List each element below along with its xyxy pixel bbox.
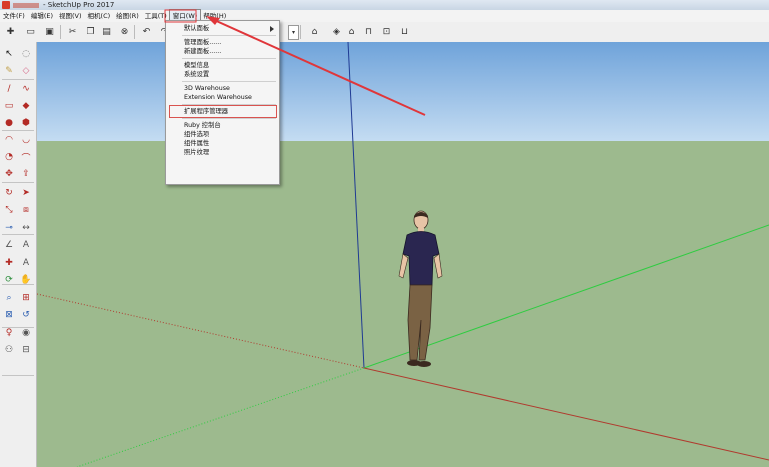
annotation-arrow-head — [206, 16, 220, 25]
annotation-layer — [164, 9, 426, 116]
annotation-arrow — [211, 18, 426, 116]
annotation-menu-highlight — [164, 9, 197, 23]
